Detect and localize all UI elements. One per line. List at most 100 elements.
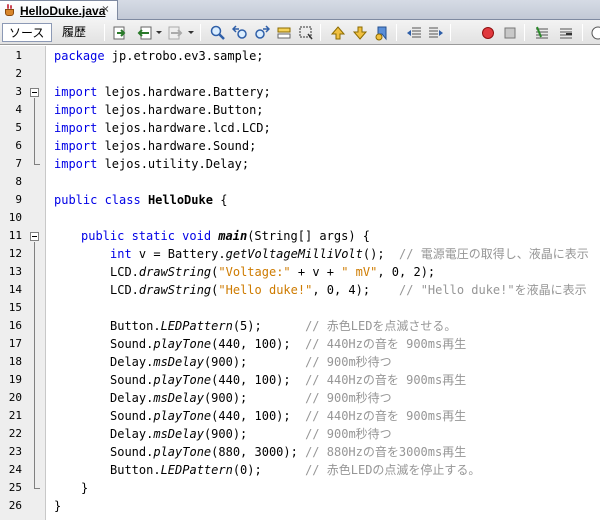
line-number: 4 bbox=[15, 103, 22, 116]
tab-helloduke-java[interactable]: HelloDuke.java × bbox=[0, 0, 118, 20]
line-number: 24 bbox=[8, 463, 22, 476]
search-icon bbox=[210, 25, 225, 40]
last-edit-icon bbox=[113, 26, 125, 39]
line-number: 1 bbox=[15, 49, 22, 62]
uncomment-icon bbox=[559, 28, 572, 38]
toggle-bookmark-button[interactable] bbox=[372, 23, 391, 42]
code-line-19: Sound.playTone(440, 100); // 440Hzの音を 90… bbox=[110, 373, 467, 387]
find-selection-button[interactable] bbox=[208, 23, 227, 42]
toolbar-separator bbox=[524, 24, 525, 41]
line-number: 10 bbox=[8, 211, 22, 224]
line-number: 3 bbox=[15, 85, 22, 98]
toolbar-separator bbox=[200, 24, 201, 41]
toolbar-separator bbox=[396, 24, 397, 41]
code-area[interactable]: package jp.etrobo.ev3.sample; import lej… bbox=[46, 46, 600, 520]
clock-icon bbox=[591, 26, 600, 39]
fold-end bbox=[34, 488, 40, 489]
line-number: 6 bbox=[15, 139, 22, 152]
line-number: 14 bbox=[8, 283, 22, 296]
code-editor[interactable]: 1 2 3 4 5 6 7 8 9 10 11 12 13 14 15 16 17 18 19 20 21 22 23 24 2… bbox=[0, 46, 600, 520]
fold-line bbox=[34, 242, 35, 488]
line-number: 17 bbox=[8, 337, 22, 350]
code-line-12: int v = Battery.getVoltageMilliVolt(); /… bbox=[110, 247, 589, 261]
line-number: 5 bbox=[15, 121, 22, 134]
line-number: 11 bbox=[8, 229, 22, 242]
toolbar-separator bbox=[582, 24, 583, 41]
code-line-9: public class HelloDuke { bbox=[54, 193, 228, 207]
line-number: 12 bbox=[8, 247, 22, 260]
back-dropdown-icon[interactable] bbox=[156, 31, 162, 34]
line-number-gutter: 1 2 3 4 5 6 7 8 9 10 11 12 13 14 15 16 17 18 19 20 21 22 23 24 2… bbox=[0, 46, 46, 520]
toolbar-separator bbox=[104, 24, 105, 41]
previous-bookmark-icon bbox=[330, 25, 345, 39]
code-line-1: package jp.etrobo.ev3.sample; bbox=[54, 49, 264, 63]
code-line-26: } bbox=[54, 499, 62, 513]
line-number: 8 bbox=[15, 175, 22, 188]
line-number: 26 bbox=[8, 499, 22, 512]
line-number: 2 bbox=[15, 67, 22, 80]
uncomment-button[interactable] bbox=[556, 23, 575, 42]
line-number: 18 bbox=[8, 355, 22, 368]
code-line-17: Sound.playTone(440, 100); // 440Hzの音を 90… bbox=[110, 337, 467, 351]
code-line-21: Sound.playTone(440, 100); // 440Hzの音を 90… bbox=[110, 409, 467, 423]
line-number: 19 bbox=[8, 373, 22, 386]
comment-icon bbox=[535, 26, 548, 38]
stop-macro-recording-button[interactable] bbox=[500, 23, 519, 42]
rectangular-selection-icon bbox=[299, 26, 313, 39]
shift-line-left-button[interactable] bbox=[404, 23, 423, 42]
code-line-20: Delay.msDelay(900); // 900m秒待つ bbox=[110, 391, 392, 405]
shift-line-right-button[interactable] bbox=[426, 23, 445, 42]
line-number: 7 bbox=[15, 157, 22, 170]
editor-tab-strip: HelloDuke.java × bbox=[0, 0, 600, 20]
java-file-icon bbox=[4, 4, 16, 17]
find-next-icon bbox=[254, 24, 270, 39]
close-icon[interactable]: × bbox=[100, 5, 111, 16]
fold-toggle-icon[interactable] bbox=[30, 88, 39, 97]
line-number: 23 bbox=[8, 445, 22, 458]
code-line-5: import lejos.hardware.lcd.LCD; bbox=[54, 121, 271, 135]
last-edit-button[interactable] bbox=[110, 23, 129, 42]
code-line-4: import lejos.hardware.Button; bbox=[54, 103, 264, 117]
line-number: 21 bbox=[8, 409, 22, 422]
shift-left-icon bbox=[406, 27, 421, 37]
code-line-24: Button.LEDPattern(0); // 赤色LEDの点滅を停止する。 bbox=[110, 463, 481, 477]
tab-source[interactable]: ソース bbox=[2, 23, 52, 42]
code-line-11: public static void main(String[] args) { bbox=[81, 229, 371, 243]
forward-dropdown-icon[interactable] bbox=[188, 31, 194, 34]
next-bookmark-icon bbox=[352, 26, 367, 40]
code-line-13: LCD.drawString("Voltage:" + v + " mV", 0… bbox=[110, 265, 436, 279]
line-number: 22 bbox=[8, 427, 22, 440]
code-line-6: import lejos.hardware.Sound; bbox=[54, 139, 257, 153]
rectangular-selection-button[interactable] bbox=[296, 23, 315, 42]
line-number: 20 bbox=[8, 391, 22, 404]
start-macro-recording-button[interactable] bbox=[478, 23, 497, 42]
find-next-button[interactable] bbox=[252, 23, 271, 42]
back-button[interactable] bbox=[134, 23, 153, 42]
stop-icon bbox=[504, 27, 515, 38]
line-number: 13 bbox=[8, 265, 22, 278]
toggle-highlight-search-button[interactable] bbox=[274, 23, 293, 42]
toolbar-separator bbox=[450, 24, 451, 41]
line-number: 25 bbox=[8, 481, 22, 494]
previous-bookmark-button[interactable] bbox=[328, 23, 347, 42]
more-tools-button[interactable] bbox=[588, 23, 600, 42]
toolbar-separator bbox=[320, 24, 321, 41]
code-line-3: import lejos.hardware.Battery; bbox=[54, 85, 271, 99]
code-line-18: Delay.msDelay(900); // 900m秒待つ bbox=[110, 355, 392, 369]
back-icon bbox=[137, 26, 151, 39]
fold-line bbox=[34, 98, 35, 164]
find-previous-button[interactable] bbox=[230, 23, 249, 42]
find-previous-icon bbox=[231, 24, 247, 39]
next-bookmark-button[interactable] bbox=[350, 23, 369, 42]
fold-toggle-icon[interactable] bbox=[30, 232, 39, 241]
comment-button[interactable] bbox=[532, 23, 551, 42]
forward-button[interactable] bbox=[166, 23, 185, 42]
tab-history[interactable]: 履歴 bbox=[56, 23, 96, 42]
fold-end bbox=[34, 164, 40, 165]
code-line-7: import lejos.utility.Delay; bbox=[54, 157, 250, 171]
code-line-25: } bbox=[81, 481, 89, 495]
code-line-22: Delay.msDelay(900); // 900m秒待つ bbox=[110, 427, 392, 441]
shift-right-icon bbox=[428, 27, 443, 37]
highlight-icon bbox=[277, 27, 290, 38]
tab-title: HelloDuke.java bbox=[20, 3, 106, 18]
